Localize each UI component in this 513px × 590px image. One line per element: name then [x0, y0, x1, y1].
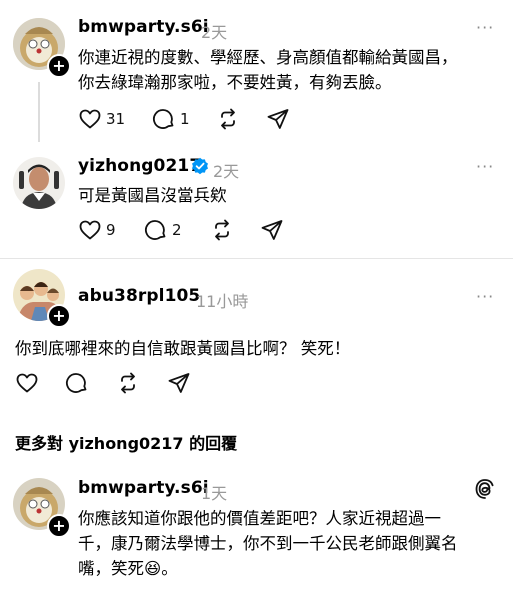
- post-username[interactable]: bmwparty.s6i: [78, 478, 209, 498]
- post-line: 千，康乃爾法學博士，你不到一千公民老師跟側翼名: [78, 534, 458, 553]
- comment-button[interactable]: [65, 371, 89, 395]
- share-button[interactable]: [266, 107, 290, 131]
- comment-count: 1: [180, 110, 190, 128]
- post-3: + abu38rpl105 11小時 ··· 你到底哪裡來的自信敢跟黃國昌比啊？…: [0, 262, 513, 402]
- verified-badge-icon: [191, 157, 209, 179]
- reply-post: + bmwparty.s6i 1天 你應該知道你跟他的價值差距吧？人家近視超過一…: [0, 470, 513, 590]
- heart-icon: [78, 218, 102, 242]
- post-body: 可是黃國昌沒當兵欸: [78, 183, 227, 208]
- comment-bubble-icon: [65, 371, 89, 395]
- like-count: 31: [106, 110, 126, 128]
- comment-count: 2: [172, 221, 182, 239]
- more-options-icon[interactable]: ···: [476, 287, 494, 306]
- action-bar: 31 1: [78, 107, 378, 133]
- comment-button[interactable]: 1: [152, 107, 190, 131]
- post-body: 你連近視的度數、學經歷、身高顏值都輸給黃國昌， 你去綠瑋瀚那家啦，不要姓黃，有夠…: [78, 45, 458, 95]
- heart-icon: [15, 371, 39, 395]
- post-time: 2天: [201, 23, 228, 42]
- post-line: 你到底哪裡來的自信敢跟黃國昌比啊？ 笑死！: [15, 339, 351, 358]
- share-send-icon: [167, 371, 191, 395]
- share-send-icon: [266, 107, 290, 131]
- repost-button[interactable]: [216, 107, 240, 131]
- repost-button[interactable]: [116, 371, 140, 395]
- avatar-yizhong[interactable]: [13, 157, 65, 209]
- post-line: 嘴，笑死😆。: [78, 559, 178, 578]
- like-count: 9: [106, 221, 116, 239]
- post-line: 可是黃國昌沒當兵欸: [78, 186, 227, 205]
- post-username[interactable]: yizhong0217: [78, 156, 201, 176]
- action-bar: [15, 371, 315, 397]
- comment-bubble-icon: [152, 107, 176, 131]
- post-time: 2天: [213, 162, 240, 181]
- follow-plus-icon[interactable]: +: [47, 304, 71, 328]
- more-options-icon[interactable]: ···: [476, 157, 494, 176]
- divider: [0, 258, 513, 259]
- post-line: 你應該知道你跟他的價值差距吧？人家近視超過一: [78, 509, 441, 528]
- action-bar: 9 2: [78, 218, 378, 244]
- post-time: 11小時: [196, 292, 249, 311]
- post-body: 你應該知道你跟他的價值差距吧？人家近視超過一 千，康乃爾法學博士，你不到一千公民…: [78, 506, 458, 581]
- follow-plus-icon[interactable]: +: [47, 54, 71, 78]
- heart-icon: [78, 107, 102, 131]
- post-username[interactable]: bmwparty.s6i: [78, 17, 209, 37]
- like-button[interactable]: 31: [78, 107, 125, 131]
- comment-bubble-icon: [144, 218, 168, 242]
- repost-icon: [116, 371, 140, 395]
- like-button[interactable]: [15, 371, 39, 395]
- repost-button[interactable]: [210, 218, 234, 242]
- comment-button[interactable]: 2: [144, 218, 182, 242]
- share-send-icon: [260, 218, 284, 242]
- post-line: 你去綠瑋瀚那家啦，不要姓黃，有夠丟臉。: [78, 73, 392, 92]
- post-2: yizhong0217 2天 ··· 可是黃國昌沒當兵欸 9 2: [0, 150, 513, 260]
- post-body: 你到底哪裡來的自信敢跟黃國昌比啊？ 笑死！: [15, 336, 350, 361]
- repost-icon: [216, 107, 240, 131]
- thread-line: [38, 82, 40, 142]
- post-time: 1天: [201, 484, 228, 503]
- post-1: + bmwparty.s6i 2天 ··· 你連近視的度數、學經歷、身高顏值都輸…: [0, 0, 513, 150]
- post-username[interactable]: abu38rpl105: [78, 286, 200, 306]
- threads-logo-icon[interactable]: [474, 478, 496, 504]
- follow-plus-icon[interactable]: +: [47, 514, 71, 538]
- repost-icon: [210, 218, 234, 242]
- share-button[interactable]: [167, 371, 191, 395]
- post-line: 你連近視的度數、學經歷、身高顏值都輸給黃國昌，: [78, 48, 458, 67]
- more-options-icon[interactable]: ···: [476, 18, 494, 37]
- like-button[interactable]: 9: [78, 218, 116, 242]
- share-button[interactable]: [260, 218, 284, 242]
- more-replies-heading: 更多對 yizhong0217 的回覆: [15, 434, 238, 453]
